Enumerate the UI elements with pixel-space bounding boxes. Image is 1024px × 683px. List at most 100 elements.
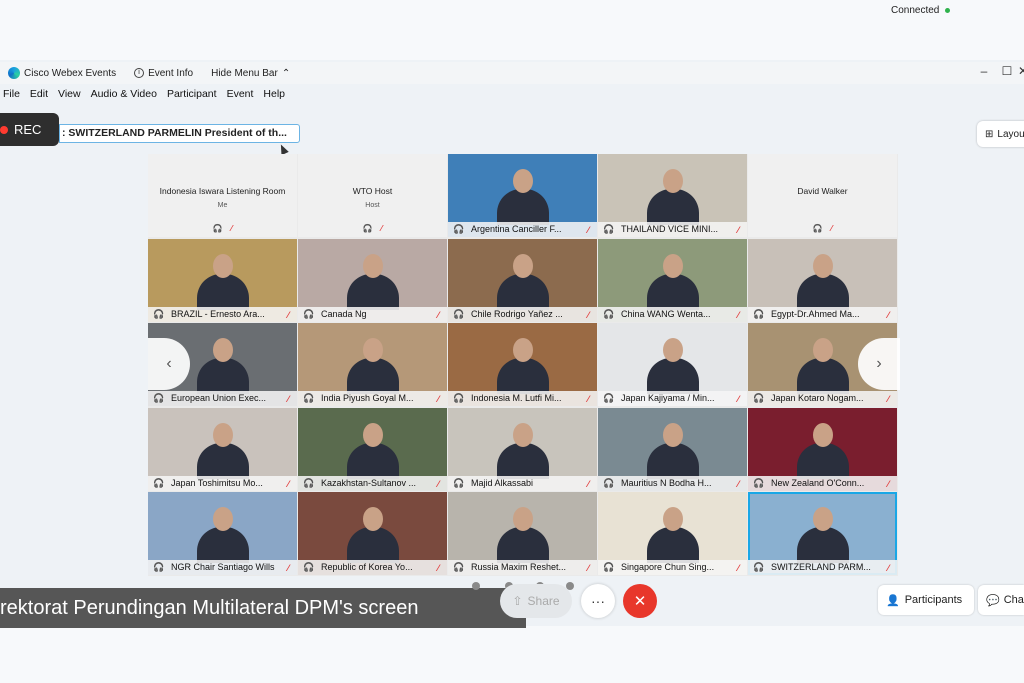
mic-muted-icon: ⁄ xyxy=(737,478,739,489)
participants-icon: 👤 xyxy=(886,594,900,607)
participant-video-head xyxy=(812,338,833,362)
mic-muted-icon: ⁄ xyxy=(230,224,233,233)
headset-icon: 🎧 xyxy=(453,393,465,403)
participant-name: SWITZERLAND PARM... xyxy=(748,560,897,575)
chevron-up-icon: ⌃ xyxy=(281,67,291,79)
participant-tile[interactable]: Indonesia Iswara Listening Room Me 🎧 ⁄ xyxy=(148,154,297,237)
headset-icon: 🎧 xyxy=(453,308,465,319)
mic-muted-icon: ⁄ xyxy=(287,563,289,573)
bottom-band xyxy=(0,626,1024,683)
participant-video-head xyxy=(512,169,533,193)
participant-tile[interactable]: Canada Ng 🎧 ⁄ xyxy=(298,238,447,322)
record-dot-icon xyxy=(0,125,8,134)
mic-muted-icon: ⁄ xyxy=(437,309,439,320)
participant-video-body xyxy=(496,527,549,563)
participant-tile[interactable]: Mauritius N Bodha H... 🎧 ⁄ xyxy=(598,407,747,491)
participant-name: Singapore Chun Sing... xyxy=(598,560,747,575)
participant-tile[interactable]: India Piyush Goyal M... 🎧 ⁄ xyxy=(298,323,447,406)
participant-video-head xyxy=(812,422,833,447)
mic-muted-icon: ⁄ xyxy=(287,394,289,404)
menu-help[interactable]: Help xyxy=(263,88,285,106)
participants-button[interactable]: 👤 Participants xyxy=(878,585,974,615)
participant-tile[interactable]: WTO Host Host 🎧 ⁄ xyxy=(298,154,447,237)
participant-name: European Union Exec... xyxy=(148,391,297,406)
grid-layout-icon: ⊞ xyxy=(985,128,994,140)
participant-video-body xyxy=(346,273,399,310)
participant-tile[interactable]: Republic of Korea Yo... 🎧 ⁄ xyxy=(298,492,447,575)
mic-muted-icon: ⁄ xyxy=(887,478,889,489)
participant-tile[interactable]: Egypt-Dr.Ahmed Ma... 🎧 ⁄ xyxy=(748,238,897,322)
participant-tile[interactable]: SWITZERLAND PARM... 🎧 ⁄ xyxy=(748,492,897,575)
participant-name: BRAZIL - Ernesto Ara... xyxy=(148,306,297,322)
participant-video-head xyxy=(362,422,383,447)
menu-file[interactable]: File xyxy=(3,88,20,106)
mic-muted-icon: ⁄ xyxy=(830,224,833,233)
participant-video-head xyxy=(512,338,533,362)
more-options-button[interactable]: ··· xyxy=(581,584,615,618)
participant-video-body xyxy=(646,442,699,479)
menu-event[interactable]: Event xyxy=(227,88,254,106)
participant-name: Japan Toshimitsu Mo... xyxy=(148,475,297,491)
participant-video-head xyxy=(362,507,383,531)
participant-name: THAILAND VICE MINI... xyxy=(598,222,747,237)
participant-name: New Zealand O'Conn... xyxy=(748,475,897,491)
participant-tile[interactable]: Japan Toshimitsu Mo... 🎧 ⁄ xyxy=(148,407,297,491)
participant-video-head xyxy=(512,253,533,278)
headset-icon: 🎧 xyxy=(303,308,315,319)
participant-tile[interactable]: Kazakhstan-Sultanov ... 🎧 ⁄ xyxy=(298,407,447,491)
participant-tile[interactable]: Argentina Canciller F... 🎧 ⁄ xyxy=(448,154,597,237)
participant-video-head xyxy=(212,338,233,362)
headset-icon: 🎧 xyxy=(303,477,315,488)
share-button[interactable]: ⇧ Share xyxy=(500,584,572,618)
mic-muted-icon: ⁄ xyxy=(437,394,439,404)
participant-name: Majid Alkassabi xyxy=(448,475,597,491)
participant-video-body xyxy=(196,273,249,310)
participant-tile[interactable]: Majid Alkassabi 🎧 ⁄ xyxy=(448,407,597,491)
participant-video-body xyxy=(646,189,699,225)
participant-video-body xyxy=(646,358,699,394)
menu-bar: File Edit View Audio & Video Participant… xyxy=(0,88,291,106)
leave-button[interactable]: ✕ xyxy=(623,584,657,618)
participant-tile[interactable]: David Walker 🎧 ⁄ xyxy=(748,154,897,237)
menu-audio-video[interactable]: Audio & Video xyxy=(91,88,157,106)
participant-tile[interactable]: Russia Maxim Reshet... 🎧 ⁄ xyxy=(448,492,597,575)
participant-tile[interactable]: Indonesia M. Lutfi Mi... 🎧 ⁄ xyxy=(448,323,597,406)
menu-edit[interactable]: Edit xyxy=(30,88,48,106)
tile-status-icons: 🎧 ⁄ xyxy=(148,224,297,233)
participant-tile[interactable]: New Zealand O'Conn... 🎧 ⁄ xyxy=(748,407,897,491)
shared-content-name[interactable]: : SWITZERLAND PARMELIN President of th..… xyxy=(59,124,300,143)
headset-icon: 🎧 xyxy=(362,224,373,233)
top-band xyxy=(0,0,1024,60)
video-grid: Indonesia Iswara Listening Room Me 🎧 ⁄ WTO H… xyxy=(148,154,898,576)
minimize-icon[interactable]: – xyxy=(977,64,991,78)
maximize-icon[interactable]: ☐ xyxy=(1000,64,1014,78)
info-icon: i xyxy=(134,68,145,78)
participant-video-body xyxy=(196,358,249,394)
participant-tile[interactable]: Singapore Chun Sing... 🎧 ⁄ xyxy=(598,492,747,575)
participant-video-body xyxy=(646,527,699,563)
participant-tile[interactable]: BRAZIL - Ernesto Ara... 🎧 ⁄ xyxy=(148,238,297,322)
participant-role: Me xyxy=(217,202,228,209)
participant-tile[interactable]: NGR Chair Santiago Wills 🎧 ⁄ xyxy=(148,492,297,575)
participant-tile[interactable]: THAILAND VICE MINI... 🎧 ⁄ xyxy=(598,154,747,237)
menu-view[interactable]: View xyxy=(58,88,81,106)
menu-participant[interactable]: Participant xyxy=(167,88,217,106)
headset-icon: 🎧 xyxy=(603,224,615,234)
hide-menu-bar-button[interactable]: Hide Menu Bar ⌃ xyxy=(211,68,290,79)
participant-tile[interactable]: China WANG Wenta... 🎧 ⁄ xyxy=(598,238,747,322)
participant-name: Egypt-Dr.Ahmed Ma... xyxy=(748,306,897,322)
headset-icon: 🎧 xyxy=(603,308,615,319)
participant-tile[interactable]: Japan Kajiyama / Min... 🎧 ⁄ xyxy=(598,323,747,406)
connected-dot-icon xyxy=(945,8,951,13)
mic-muted-icon: ⁄ xyxy=(437,478,439,489)
headset-icon: 🎧 xyxy=(753,308,765,319)
layout-button[interactable]: ⊞ Layou xyxy=(977,121,1024,147)
more-icon: ··· xyxy=(591,593,605,609)
headset-icon: 🎧 xyxy=(303,562,315,572)
participant-tile[interactable]: Chile Rodrigo Yañez ... 🎧 ⁄ xyxy=(448,238,597,322)
event-info-button[interactable]: i Event Info xyxy=(134,68,193,79)
mic-muted-icon: ⁄ xyxy=(287,309,289,320)
headset-icon: 🎧 xyxy=(153,562,165,572)
chat-button[interactable]: 💬 Cha xyxy=(978,585,1024,615)
close-window-icon[interactable]: ✕ xyxy=(1016,64,1024,78)
